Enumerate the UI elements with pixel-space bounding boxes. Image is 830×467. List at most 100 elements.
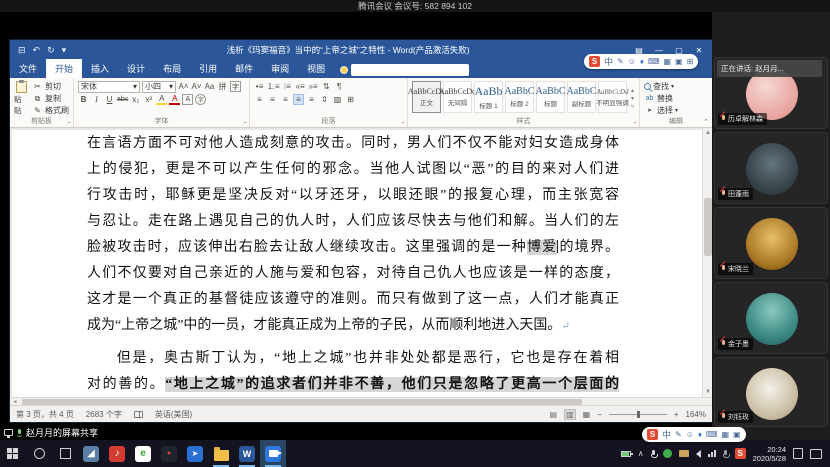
action-center-icon[interactable] xyxy=(810,449,822,459)
borders-icon[interactable]: ⊞ xyxy=(345,94,356,105)
sogou-logo-icon[interactable]: S xyxy=(647,429,658,440)
strikethrough-button[interactable]: abc xyxy=(117,94,128,105)
tab-mailings[interactable]: 邮件 xyxy=(226,59,262,78)
taskbar-app-meeting[interactable] xyxy=(260,440,286,467)
collapse-ribbon-icon[interactable]: ⌃ xyxy=(703,118,709,126)
numbering-icon[interactable]: ⒈≡ xyxy=(267,81,280,92)
print-layout-icon[interactable]: ▥ xyxy=(564,409,576,420)
style-subtitle[interactable]: AaBbC副标题 xyxy=(567,81,596,113)
skin-icon[interactable]: ▣ xyxy=(733,431,741,439)
style-heading2[interactable]: AaBbC标题 2 xyxy=(505,81,534,113)
sort-icon[interactable]: ⇅ xyxy=(321,81,332,92)
bold-button[interactable]: B xyxy=(78,94,89,105)
tab-insert[interactable]: 插入 xyxy=(82,59,118,78)
taskbar-app-music[interactable]: ♪ xyxy=(104,440,130,467)
undo-icon[interactable]: ↶ xyxy=(33,45,41,56)
emoji-icon[interactable]: ☺ xyxy=(686,431,694,439)
shrink-font-icon[interactable]: A˅ xyxy=(191,81,202,92)
volume-icon[interactable] xyxy=(696,450,701,458)
taskbar-app-thunder[interactable]: ➤ xyxy=(182,440,208,467)
zoom-slider[interactable] xyxy=(609,414,667,415)
superscript-button[interactable]: x² xyxy=(143,94,154,105)
style-no-spacing[interactable]: AaBbCcDd无间隔 xyxy=(443,81,472,113)
decrease-indent-icon[interactable]: «≡ xyxy=(295,81,306,92)
font-dialog-launcher[interactable]: ⌐ xyxy=(243,120,247,126)
battery-icon[interactable] xyxy=(621,451,631,457)
audio-device-icon[interactable] xyxy=(723,450,728,458)
style-heading1[interactable]: AaBb标题 1 xyxy=(474,81,503,113)
redo-icon[interactable]: ↻ xyxy=(47,45,55,56)
tab-references[interactable]: 引用 xyxy=(190,59,226,78)
copy-button[interactable]: ⧉复制 xyxy=(32,93,69,104)
taskbar-clock[interactable]: 20:24 2020/5/28 xyxy=(753,445,786,463)
style-subtle-emphasis[interactable]: AaBbCcDd不明显强调 xyxy=(598,81,627,113)
hidden-icons-chevron[interactable]: ∧ xyxy=(638,449,644,458)
select-button[interactable]: ➤选择▾ xyxy=(644,105,708,116)
input-mode-chinese[interactable]: 中 xyxy=(604,55,613,68)
tray-camera-icon[interactable] xyxy=(679,450,689,457)
bullets-icon[interactable]: •≡ xyxy=(254,81,265,92)
vertical-scroll-thumb[interactable] xyxy=(704,198,712,256)
sticky-note-icon[interactable] xyxy=(793,448,803,459)
taskbar-app-browser2345[interactable]: ◢ xyxy=(78,440,104,467)
sogou-tray-icon[interactable]: S xyxy=(735,448,746,459)
toolbox-icon[interactable]: ▦ xyxy=(722,431,730,439)
font-name-select[interactable]: 宋体▾ xyxy=(78,81,140,93)
save-icon[interactable]: ⊟ xyxy=(18,45,26,56)
start-button[interactable] xyxy=(0,440,26,467)
tab-view[interactable]: 视图 xyxy=(298,59,334,78)
line-spacing-icon[interactable]: ⇕ xyxy=(319,94,330,105)
horizontal-scrollbar[interactable]: ◄ xyxy=(10,397,712,405)
zoom-in-icon[interactable]: + xyxy=(674,410,679,419)
taskbar-app-word[interactable]: W xyxy=(234,440,260,467)
document-text[interactable]: 在言语方面不可对他人造成刻意的攻击。同时，男人们不仅不能对妇女造成身体 上的侵犯… xyxy=(87,131,619,397)
tab-review[interactable]: 审阅 xyxy=(262,59,298,78)
pen-icon[interactable]: ✎ xyxy=(617,58,624,66)
phonetic-guide-icon[interactable]: 拼 xyxy=(217,81,228,92)
shading-icon[interactable]: ▨ xyxy=(332,94,343,105)
tell-me-input[interactable] xyxy=(351,64,469,76)
show-marks-icon[interactable]: ¶ xyxy=(334,81,345,92)
styles-gallery-scroll[interactable]: ▴ ▾ ▿ xyxy=(631,81,634,116)
character-border-icon[interactable]: 字 xyxy=(230,81,241,92)
paragraph-dialog-launcher[interactable]: ⌐ xyxy=(401,120,405,126)
antivirus-icon[interactable] xyxy=(663,449,672,458)
sogou-logo-icon[interactable]: S xyxy=(589,56,600,67)
sogou-input-bar-top[interactable]: S 中 ✎ ☺ ♦ ⌨ ▦ ▣ ⊞ xyxy=(584,54,698,69)
voice-input-icon[interactable]: ♦ xyxy=(640,58,644,66)
zoom-level[interactable]: 164% xyxy=(686,410,706,419)
clipboard-dialog-launcher[interactable]: ⌐ xyxy=(67,120,71,126)
increase-indent-icon[interactable]: »≡ xyxy=(308,81,319,92)
taskbar-app-ie[interactable]: e xyxy=(130,440,156,467)
page-indicator[interactable]: 第 3 页，共 4 页 xyxy=(16,409,74,420)
language-indicator[interactable]: 英语(美国) xyxy=(155,409,192,420)
taskbar-app-explorer[interactable] xyxy=(208,440,234,467)
subscript-button[interactable]: x₂ xyxy=(130,94,141,105)
vertical-scrollbar[interactable]: ▲ ▼ xyxy=(702,128,712,397)
voice-input-icon[interactable]: ♦ xyxy=(698,431,702,439)
enclose-characters-icon[interactable]: 字 xyxy=(195,94,206,105)
text-highlight-icon[interactable]: A xyxy=(156,94,167,105)
align-left-icon[interactable]: ≡ xyxy=(254,94,265,105)
format-painter-button[interactable]: ✎格式刷 xyxy=(32,105,69,116)
skin-icon[interactable]: ▣ xyxy=(675,58,683,66)
styles-dialog-launcher[interactable]: ⌐ xyxy=(633,120,637,126)
tab-file[interactable]: 文件 xyxy=(10,59,46,78)
taskbar-app-recorder[interactable]: ● xyxy=(156,440,182,467)
grow-font-icon[interactable]: A˄ xyxy=(178,81,189,92)
style-title[interactable]: AaBbC标题 xyxy=(536,81,565,113)
task-view-button[interactable] xyxy=(52,440,78,467)
paste-button[interactable]: 粘贴 xyxy=(14,81,28,116)
document-area[interactable]: 在言语方面不可对他人造成刻意的攻击。同时，男人们不仅不能对妇女造成身体 上的侵犯… xyxy=(10,128,712,397)
word-count[interactable]: 2683 个字 xyxy=(86,409,122,420)
underline-button[interactable]: U xyxy=(104,94,115,105)
sogou-input-bar-bottom[interactable]: S 中 ✎ ☺ ♦ ⌨ ▦ ▣ xyxy=(642,427,746,442)
cortana-button[interactable] xyxy=(26,440,52,467)
change-case-icon[interactable]: Aa xyxy=(204,81,215,92)
zoom-out-icon[interactable]: − xyxy=(597,410,602,419)
scroll-down-icon[interactable]: ▼ xyxy=(704,387,712,397)
italic-button[interactable]: I xyxy=(91,94,102,105)
toolbox-icon[interactable]: ▦ xyxy=(664,58,672,66)
tray-mic-icon[interactable] xyxy=(651,450,656,458)
document-page[interactable]: 在言语方面不可对他人造成刻意的攻击。同时，男人们不仅不能对妇女造成身体 上的侵犯… xyxy=(12,130,703,397)
